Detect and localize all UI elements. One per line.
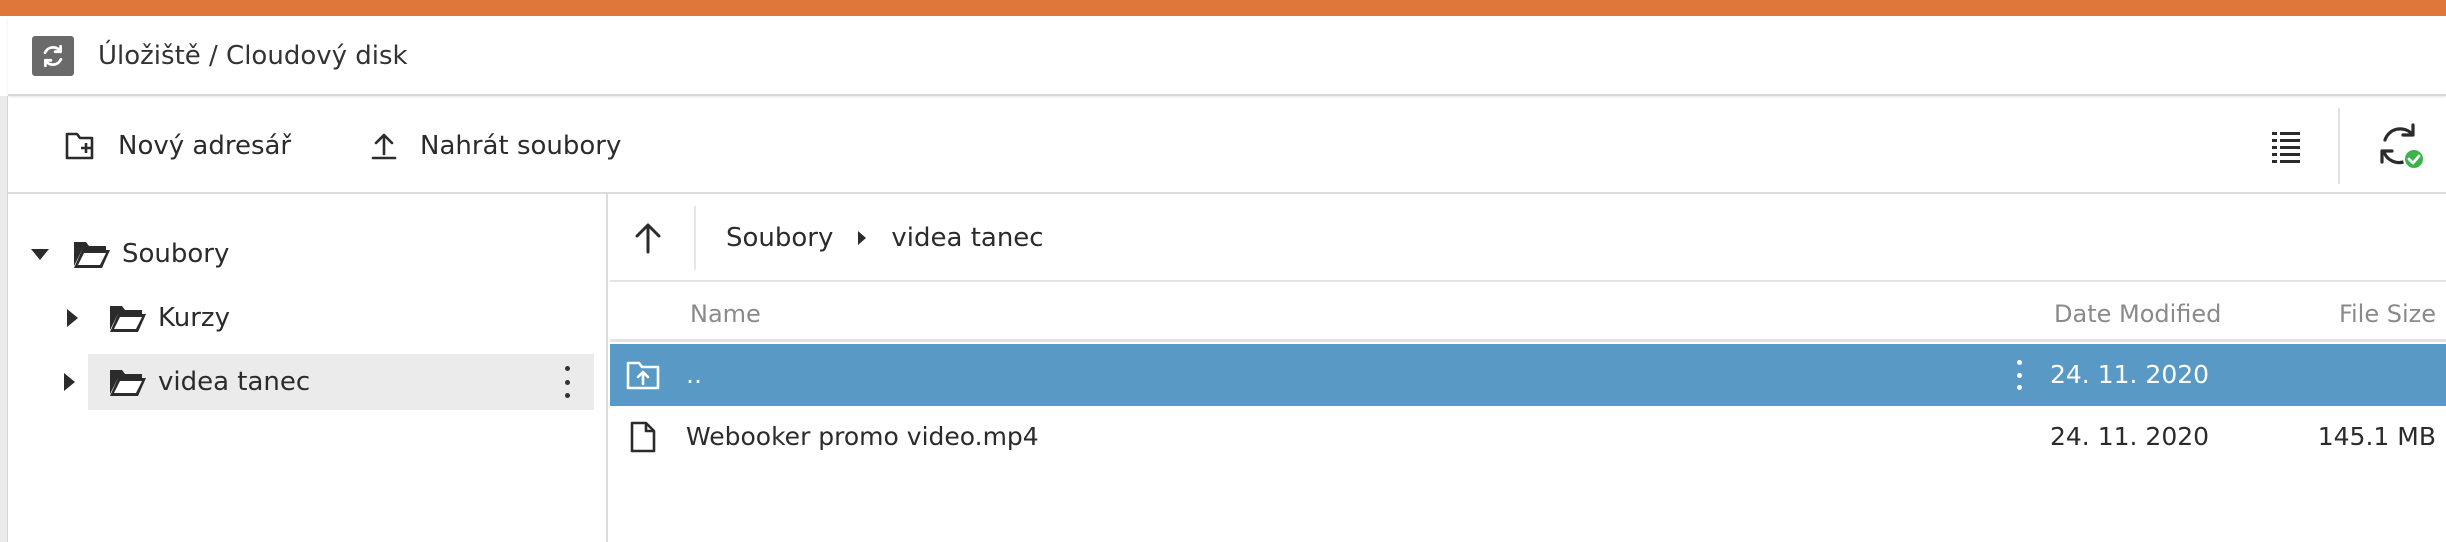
file-date: 24. 11. 2020 <box>2050 422 2210 451</box>
folder-open-icon <box>72 237 112 271</box>
sync-button[interactable] <box>2372 118 2428 174</box>
file-name: Webooker promo video.mp4 <box>686 422 1039 451</box>
folder-open-icon <box>108 301 148 335</box>
new-folder-icon <box>65 132 94 160</box>
file-manager-app: Úložiště / Cloudový disk Nový adresář Na… <box>0 16 2446 542</box>
breadcrumb-divider <box>694 206 696 270</box>
folder-open-icon <box>108 365 148 399</box>
top-accent-bar <box>0 0 2446 16</box>
tree-item-label: Soubory <box>122 239 230 269</box>
caret-right-icon <box>857 223 867 253</box>
toolbar-divider <box>2338 108 2340 184</box>
column-date-header[interactable]: Date Modified <box>2054 300 2221 328</box>
refresh-button[interactable] <box>32 36 74 76</box>
more-options-icon[interactable] <box>560 366 574 398</box>
folder-up-icon <box>626 358 660 392</box>
new-folder-button[interactable]: Nový adresář <box>64 120 291 172</box>
column-size-header[interactable]: File Size <box>2339 300 2436 328</box>
tree-item-kurzy[interactable]: Kurzy <box>62 290 582 346</box>
left-rail <box>0 96 8 542</box>
table-row[interactable]: Webooker promo video.mp4 24. 11. 2020 14… <box>610 406 2446 468</box>
arrow-up-icon <box>635 223 661 254</box>
upload-files-label: Nahrát soubory <box>420 131 622 161</box>
tree-item-label: Kurzy <box>158 303 230 333</box>
breadcrumb-item-videa-tanec[interactable]: videa tanec <box>891 223 1043 253</box>
breadcrumb-item-soubory[interactable]: Soubory <box>726 223 833 253</box>
file-date: 24. 11. 2020 <box>2050 360 2210 389</box>
folder-tree: Soubory Kurzy videa tanec <box>8 194 608 542</box>
upload-files-button[interactable]: Nahrát soubory <box>368 120 621 172</box>
caret-right-icon[interactable] <box>62 308 82 328</box>
tree-item-soubory[interactable]: Soubory <box>30 226 590 282</box>
file-name: .. <box>686 360 702 389</box>
caret-right-icon[interactable] <box>62 354 76 410</box>
new-folder-label: Nový adresář <box>118 131 292 161</box>
go-up-button[interactable] <box>628 218 668 258</box>
refresh-icon <box>43 44 63 68</box>
file-size: 145.1 MB <box>2317 422 2436 451</box>
toolbar: Nový adresář Nahrát soubory <box>8 98 2446 194</box>
tree-item-videa-tanec[interactable]: videa tanec <box>88 354 594 410</box>
page-title: Úložiště / Cloudový disk <box>98 41 408 71</box>
sync-ok-icon <box>2380 123 2425 170</box>
breadcrumb-items: Soubory videa tanec <box>726 216 1044 260</box>
column-name-header[interactable]: Name <box>690 300 761 328</box>
file-icon <box>626 420 660 454</box>
column-headers: Name Date Modified File Size <box>610 284 2446 342</box>
tree-item-label: videa tanec <box>158 367 311 397</box>
caret-down-icon[interactable] <box>30 244 50 264</box>
view-mode-button[interactable] <box>2266 124 2306 168</box>
title-bar: Úložiště / Cloudový disk <box>8 16 2446 96</box>
more-options-icon[interactable] <box>2012 360 2026 390</box>
file-list-panel: Soubory videa tanec Name Date Modified F… <box>610 194 2446 542</box>
details-view-icon <box>2272 132 2300 163</box>
breadcrumb: Soubory videa tanec <box>610 194 2446 282</box>
upload-icon <box>371 133 397 160</box>
table-row[interactable]: .. 24. 11. 2020 <box>610 344 2446 406</box>
